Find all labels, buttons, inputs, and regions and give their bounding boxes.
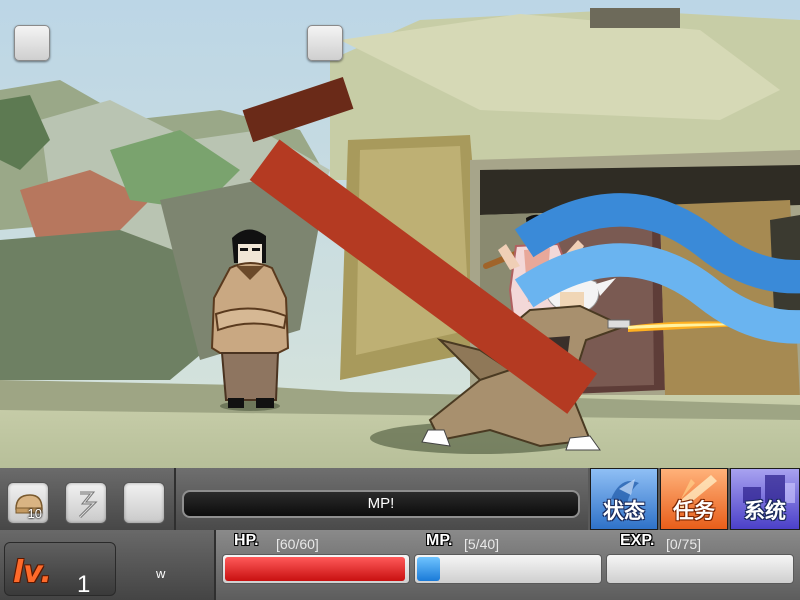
game-window: 10 MP! 状态 任务 系统 lv. 1 w HP. [60/60] MP. …: [0, 0, 800, 600]
level-label: lv.: [13, 555, 52, 590]
item-slot-bread[interactable]: 10: [7, 482, 49, 524]
hp-bar-fill: [225, 557, 405, 581]
status-button[interactable]: 状态: [590, 468, 658, 530]
item-slot-scroll[interactable]: [65, 482, 107, 524]
level-value: 1: [77, 571, 91, 598]
status-row: lv. 1 w HP. [60/60] MP. [5/40] EXP. [0/7…: [0, 530, 800, 600]
mp-bar: [414, 554, 602, 584]
status-button-label: 状态: [603, 499, 645, 523]
battle-scene: [0, 0, 800, 468]
wind-skill-button[interactable]: [307, 25, 800, 344]
level-box: lv. 1: [4, 542, 116, 598]
hp-label: HP.: [234, 532, 259, 549]
hp-bar: [222, 554, 410, 584]
sword-skill-button[interactable]: [14, 25, 598, 414]
scroll-icon: [78, 491, 98, 519]
message-panel: MP!: [176, 468, 588, 530]
item-count: 10: [27, 506, 42, 521]
exp-bar: [606, 554, 794, 584]
mp-label: MP.: [426, 532, 453, 549]
exp-label: EXP.: [620, 532, 655, 549]
system-button[interactable]: 系统: [730, 468, 800, 530]
mp-value: [5/40]: [464, 536, 500, 552]
hotkey-label: w: [156, 566, 166, 581]
stats-panel: HP. [60/60] MP. [5/40] EXP. [0/75]: [214, 530, 800, 600]
quest-button[interactable]: 任务: [660, 468, 728, 530]
message-box: MP!: [182, 490, 580, 518]
item-bar: 10: [0, 468, 176, 530]
item-slot-empty[interactable]: [123, 482, 165, 524]
system-button-label: 系统: [744, 499, 786, 523]
mp-bar-fill: [417, 557, 440, 581]
hp-value: [60/60]: [276, 536, 319, 552]
hud-panel: 10 MP! 状态 任务 系统 lv. 1 w HP. [60/60] MP. …: [0, 468, 800, 600]
quest-button-label: 任务: [673, 499, 715, 523]
exp-value: [0/75]: [666, 536, 702, 552]
wind-skill-icon: [514, 193, 800, 344]
